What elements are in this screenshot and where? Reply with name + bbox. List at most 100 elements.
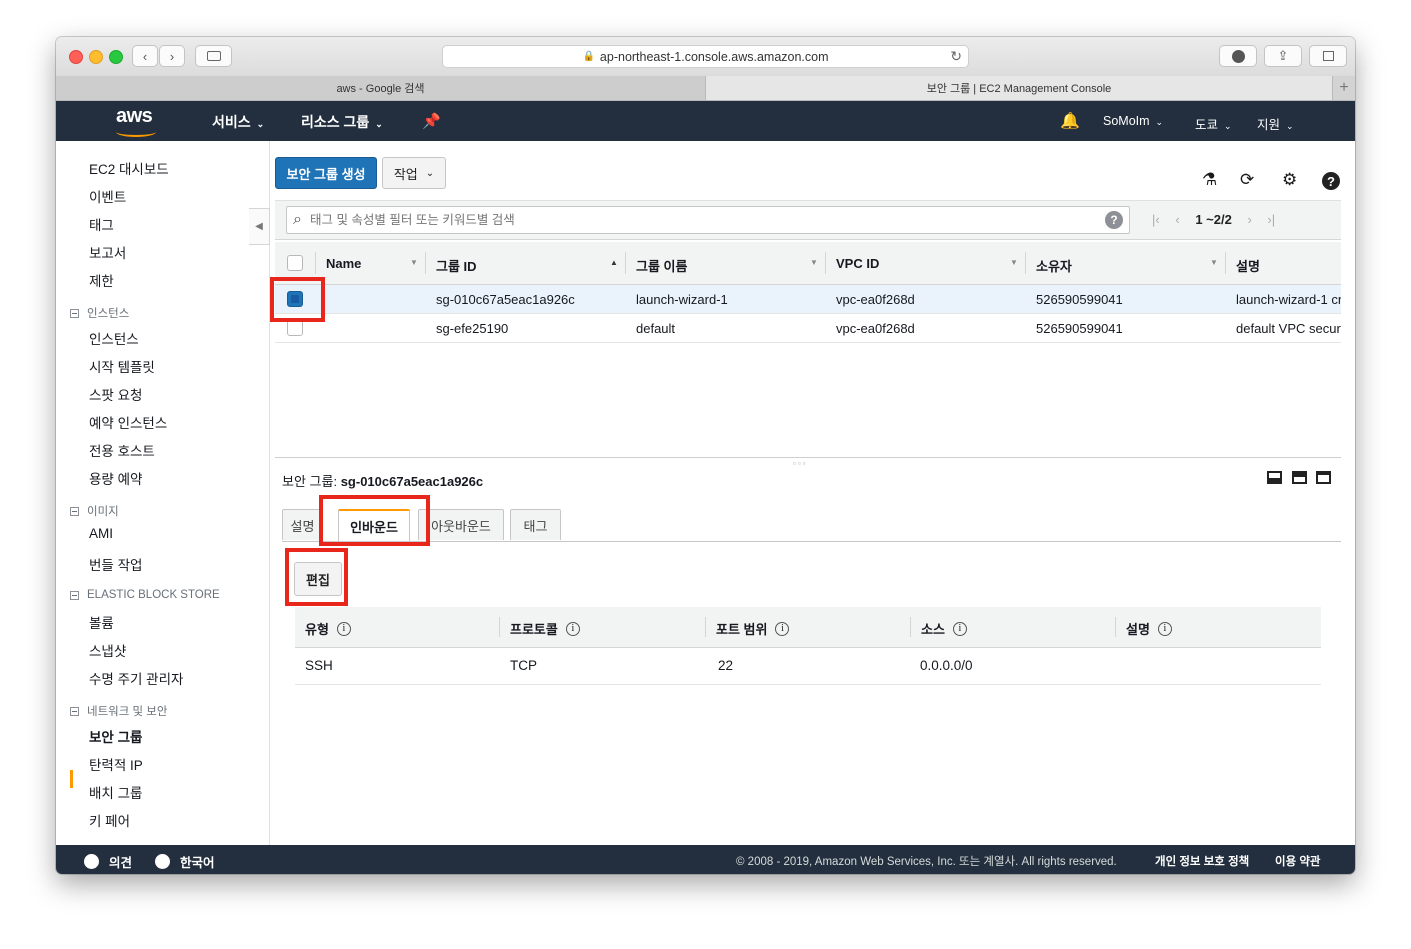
account-menu[interactable]: SoMoIm ⌄ (1103, 114, 1163, 128)
row-checkbox[interactable] (287, 320, 303, 336)
column-header-group-id[interactable]: 그룹 ID (436, 256, 477, 275)
aws-logo[interactable]: aws (116, 105, 156, 137)
drag-handle-icon[interactable]: ▫▫▫ (793, 459, 808, 468)
sidebar-item-security-groups[interactable]: 보안 그룹 (89, 726, 142, 746)
reload-icon[interactable]: ↻ (950, 48, 962, 65)
sidebar-item-key-pairs[interactable]: 키 페어 (89, 810, 130, 830)
sidebar-item-elastic-ips[interactable]: 탄력적 IP (89, 754, 143, 774)
sort-icon[interactable]: ▼ (1210, 258, 1218, 267)
column-header-description[interactable]: 설명 (1236, 256, 1260, 275)
sidebar-item-instances[interactable]: 인스턴스 (89, 328, 139, 348)
pin-icon[interactable]: 📌 (422, 112, 441, 130)
refresh-icon[interactable]: ⟳ (1240, 170, 1254, 190)
first-page-icon[interactable]: |‹ (1152, 212, 1160, 227)
column-header-group-name[interactable]: 그룹 이름 (636, 256, 687, 275)
share-button[interactable]: ⇪ (1264, 45, 1302, 67)
bell-icon[interactable]: 🔔 (1060, 111, 1080, 131)
region-menu[interactable]: 도쿄 ⌄ (1195, 114, 1232, 133)
sidebar-item-volumes[interactable]: 볼륨 (89, 612, 114, 632)
help-icon[interactable]: ? (1322, 172, 1340, 190)
detail-tabs: 설명 인바운드 아웃바운드 태그 (282, 509, 1341, 542)
pane-maximize-icon[interactable] (1316, 471, 1331, 484)
detail-title-value: sg-010c67a5eac1a926c (340, 474, 484, 489)
create-security-group-button[interactable]: 보안 그룹 생성 (275, 157, 377, 189)
sidebar-item-tags[interactable]: 태그 (89, 214, 114, 234)
sidebar-item-reports[interactable]: 보고서 (89, 242, 126, 262)
table-row[interactable]: sg-efe25190 default vpc-ea0f268d 5265905… (275, 314, 1341, 343)
sidebar-item-limits[interactable]: 제한 (89, 270, 114, 290)
services-menu[interactable]: 서비스 ⌄ (212, 112, 264, 132)
sidebar-item-capacity-reservations[interactable]: 용량 예약 (89, 468, 142, 488)
sidebar-section-ebs[interactable]: ELASTIC BLOCK STORE (70, 589, 220, 601)
tab-description[interactable]: 설명 (282, 509, 323, 540)
flask-icon[interactable]: ⚗ (1202, 170, 1217, 190)
sort-icon[interactable]: ▼ (410, 258, 418, 267)
forward-button[interactable]: › (159, 45, 185, 67)
sidebar-item-ami[interactable]: AMI (89, 526, 113, 541)
new-tab-button[interactable]: + (1332, 76, 1355, 100)
tab-outbound[interactable]: 아웃바운드 (418, 509, 504, 540)
sidebar-item-launch-templates[interactable]: 시작 템플릿 (89, 356, 155, 376)
sort-icon[interactable]: ▼ (1010, 258, 1018, 267)
search-box[interactable]: ⌕ ? (286, 206, 1130, 234)
back-button[interactable]: ‹ (132, 45, 158, 67)
info-icon[interactable]: i (775, 621, 790, 636)
terms-link[interactable]: 이용 약관 (1275, 853, 1321, 869)
feedback-link[interactable]: 의견 (84, 852, 132, 871)
info-icon[interactable]: i (1157, 621, 1172, 636)
pane-split-icon[interactable] (1292, 471, 1307, 484)
support-menu[interactable]: 지원 ⌄ (1257, 114, 1294, 133)
tabs-overview-button[interactable] (1309, 45, 1347, 67)
detail-pane-divider[interactable] (275, 457, 1341, 458)
aws-logo-text: aws (116, 105, 153, 127)
sidebar-item-dashboard[interactable]: EC2 대시보드 (89, 158, 169, 178)
prev-page-icon[interactable]: ‹ (1175, 212, 1179, 227)
minimize-window-button[interactable] (89, 50, 103, 64)
search-help-icon[interactable]: ? (1105, 211, 1123, 229)
sidebar-toggle-button[interactable] (195, 45, 232, 67)
sidebar-item-placement-groups[interactable]: 배치 그룹 (89, 782, 142, 802)
sidebar-item-events[interactable]: 이벤트 (89, 186, 126, 206)
sidebar-item-snapshots[interactable]: 스냅샷 (89, 640, 126, 660)
sidebar-item-bundle-tasks[interactable]: 번들 작업 (89, 554, 142, 574)
search-input[interactable] (307, 212, 1092, 228)
info-icon[interactable]: i (565, 621, 580, 636)
column-header-vpc-id[interactable]: VPC ID (836, 256, 879, 271)
info-icon[interactable]: i (952, 621, 967, 636)
pane-bottom-icon[interactable] (1267, 471, 1282, 484)
resource-groups-menu[interactable]: 리소스 그룹 ⌄ (301, 112, 383, 132)
sidebar-section-instances[interactable]: 인스턴스 (70, 305, 129, 321)
sidebar-section-images[interactable]: 이미지 (70, 503, 119, 519)
address-bar[interactable]: 🔒 ap-northeast-1.console.aws.amazon.com … (442, 45, 969, 68)
language-selector[interactable]: 한국어 (155, 852, 215, 871)
table-row[interactable]: sg-010c67a5eac1a926c launch-wizard-1 vpc… (275, 285, 1341, 314)
sort-asc-icon[interactable]: ▲ (610, 258, 618, 267)
sidebar-collapse-button[interactable]: ◀ (249, 208, 270, 245)
sidebar-item-reserved-instances[interactable]: 예약 인스턴스 (89, 412, 167, 432)
info-icon[interactable]: i (336, 621, 351, 636)
section-title: ELASTIC BLOCK STORE (87, 589, 220, 601)
privacy-policy-link[interactable]: 개인 정보 보호 정책 (1155, 853, 1249, 869)
sort-icon[interactable]: ▼ (810, 258, 818, 267)
sidebar-item-dedicated-hosts[interactable]: 전용 호스트 (89, 440, 155, 460)
gear-icon[interactable]: ⚙ (1282, 170, 1297, 190)
tab-tags[interactable]: 태그 (510, 509, 561, 540)
column-divider (825, 252, 826, 274)
close-window-button[interactable] (69, 50, 83, 64)
search-icon: ⌕ (293, 211, 302, 228)
column-header-name[interactable]: Name (326, 256, 361, 271)
actions-button[interactable]: 작업 ⌄ (382, 157, 446, 189)
downloads-button[interactable] (1219, 45, 1257, 67)
browser-tab-google[interactable]: aws - Google 검색 (56, 76, 706, 100)
zoom-window-button[interactable] (109, 50, 123, 64)
browser-tab-ec2[interactable]: 보안 그룹 | EC2 Management Console (706, 76, 1332, 100)
last-page-icon[interactable]: ›| (1267, 212, 1275, 227)
column-divider (625, 252, 626, 274)
select-all-checkbox[interactable] (287, 255, 303, 271)
sidebar-section-network-security[interactable]: 네트워크 및 보안 (70, 703, 167, 719)
sidebar-item-spot-requests[interactable]: 스팟 요청 (89, 384, 142, 404)
next-page-icon[interactable]: › (1247, 212, 1251, 227)
sidebar-item-lifecycle-manager[interactable]: 수명 주기 관리자 (89, 668, 183, 688)
language-label: 한국어 (180, 856, 215, 870)
column-header-owner[interactable]: 소유자 (1036, 256, 1072, 275)
